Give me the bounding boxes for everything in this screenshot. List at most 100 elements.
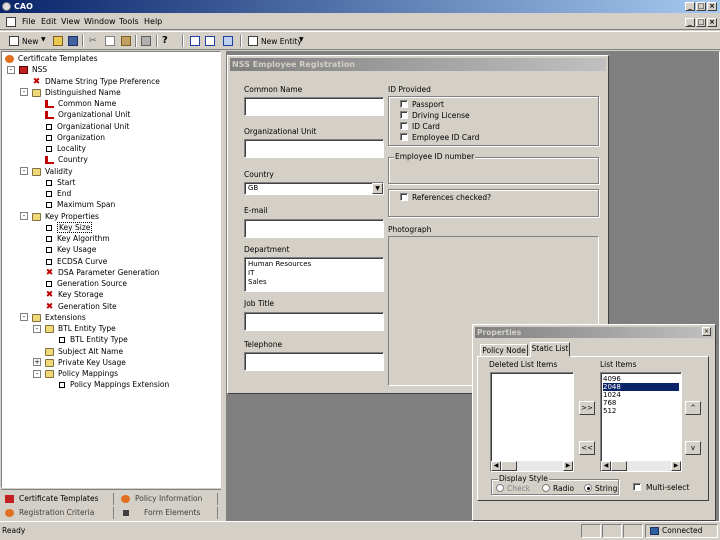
scroll-right-icon[interactable]: ▶: [563, 461, 573, 471]
menu-help[interactable]: Help: [144, 17, 162, 26]
maximize-button[interactable]: □: [696, 2, 706, 11]
menu-window[interactable]: Window: [84, 17, 116, 26]
email-input[interactable]: [244, 219, 384, 238]
tree-item[interactable]: Common Name: [45, 98, 116, 109]
tree-root[interactable]: Certificate Templates: [5, 53, 97, 64]
tree-item[interactable]: Policy Mappings Extension: [58, 379, 169, 390]
new-dropdown-icon[interactable]: ▼: [41, 36, 46, 43]
minimize-button[interactable]: _: [685, 2, 695, 11]
tree-item[interactable]: Organizational Unit: [45, 121, 129, 132]
scroll-thumb[interactable]: [611, 461, 627, 471]
tree-item[interactable]: Policy Mappings: [45, 368, 118, 379]
style-radio-radio[interactable]: [542, 484, 550, 492]
country-select[interactable]: GB ▼: [244, 182, 384, 195]
copy-icon[interactable]: [105, 36, 115, 46]
scroll-right-icon[interactable]: ▶: [671, 461, 681, 471]
collapse-icon[interactable]: -: [7, 65, 15, 74]
list-item-selected[interactable]: 2048: [603, 383, 679, 391]
move-down-button[interactable]: v: [685, 441, 701, 455]
telephone-input[interactable]: [244, 352, 384, 371]
new-button-label[interactable]: New: [22, 37, 38, 46]
collapse-icon[interactable]: -: [33, 324, 41, 333]
menu-view[interactable]: View: [61, 17, 80, 26]
paste-icon[interactable]: [121, 36, 131, 46]
tree-item[interactable]: Locality: [45, 143, 86, 154]
new-entity-label[interactable]: New Entity: [261, 37, 302, 46]
open-folder-icon[interactable]: [53, 36, 63, 46]
department-option[interactable]: IT: [248, 269, 380, 278]
tree-item[interactable]: Extensions: [32, 312, 86, 323]
scroll-left-icon[interactable]: ◀: [601, 461, 611, 471]
move-right-button[interactable]: >>: [579, 401, 595, 415]
list-view-icon[interactable]: [205, 36, 215, 46]
document-icon[interactable]: [6, 17, 16, 27]
new-entity-dropdown-icon[interactable]: ▼: [299, 36, 304, 43]
move-left-button[interactable]: <<: [579, 441, 595, 455]
tree-item[interactable]: Maximum Span: [45, 199, 115, 210]
expand-icon[interactable]: +: [33, 358, 41, 367]
style-check-radio[interactable]: [496, 484, 504, 492]
tree-item[interactable]: ✖ DSA Parameter Generation: [45, 267, 160, 278]
menu-tools[interactable]: Tools: [119, 17, 139, 26]
list-items-scrollbar[interactable]: ◀ ▶: [601, 461, 681, 471]
tree-item[interactable]: Key Properties: [32, 211, 99, 222]
references-checkbox[interactable]: [400, 193, 408, 201]
tree-item[interactable]: ✖ DName String Type Preference: [32, 76, 160, 87]
close-button[interactable]: ×: [707, 2, 717, 11]
employee-id-card-checkbox[interactable]: [400, 133, 408, 141]
multi-select-checkbox[interactable]: [633, 483, 641, 491]
department-option[interactable]: Human Resources: [248, 260, 380, 269]
scroll-thumb[interactable]: [501, 461, 517, 471]
tree-item[interactable]: Subject Alt Name: [45, 346, 123, 357]
tree-item[interactable]: ✖ Key Storage: [45, 289, 104, 300]
passport-checkbox[interactable]: [400, 100, 408, 108]
collapse-icon[interactable]: -: [20, 313, 28, 322]
tree-item[interactable]: Private Key Usage: [45, 357, 126, 368]
deleted-items-list[interactable]: ◀ ▶: [490, 372, 574, 472]
collapse-icon[interactable]: -: [20, 167, 28, 175]
tree-item[interactable]: Validity: [32, 166, 73, 177]
tree-item[interactable]: BTL Entity Type: [58, 334, 128, 345]
common-name-input[interactable]: [244, 97, 384, 116]
cut-icon[interactable]: ✂: [89, 36, 99, 46]
employee-id-group[interactable]: Employee ID number: [388, 152, 599, 184]
scroll-left-icon[interactable]: ◀: [491, 461, 501, 471]
tab-form-elements[interactable]: Form Elements: [123, 506, 200, 519]
new-entity-icon[interactable]: [248, 36, 258, 46]
tree-item[interactable]: Generation Source: [45, 278, 127, 289]
org-unit-input[interactable]: [244, 139, 384, 158]
list-item[interactable]: 4096: [603, 375, 679, 383]
id-card-checkbox[interactable]: [400, 122, 408, 130]
mdi-minimize-button[interactable]: _: [685, 18, 695, 27]
save-icon[interactable]: [68, 36, 78, 46]
properties-close-icon[interactable]: ×: [702, 327, 711, 336]
tree-item[interactable]: Key Algorithm: [45, 233, 110, 244]
tree-item[interactable]: Key Usage: [45, 244, 96, 255]
new-document-icon[interactable]: [9, 36, 19, 46]
deleted-list-scrollbar[interactable]: ◀ ▶: [491, 461, 573, 471]
tree-item[interactable]: NSS: [19, 64, 47, 75]
menu-edit[interactable]: Edit: [41, 17, 57, 26]
country-dropdown-icon[interactable]: ▼: [372, 183, 383, 194]
tree-item[interactable]: ✖ Generation Site: [45, 301, 117, 312]
list-item[interactable]: 768: [603, 399, 679, 407]
tree-item[interactable]: Start: [45, 177, 75, 188]
collapse-icon[interactable]: -: [20, 88, 28, 97]
department-option[interactable]: Sales: [248, 278, 380, 287]
tab-registration-criteria[interactable]: Registration Criteria: [5, 506, 94, 519]
tree-item[interactable]: Organization: [45, 132, 105, 143]
collapse-icon[interactable]: -: [20, 212, 28, 220]
driving-license-checkbox[interactable]: [400, 111, 408, 119]
tree-item[interactable]: Organizational Unit: [45, 109, 130, 120]
list-item[interactable]: 1024: [603, 391, 679, 399]
list-item[interactable]: 512: [603, 407, 679, 415]
tree-view-icon[interactable]: [190, 36, 200, 46]
tree-item[interactable]: Country: [45, 154, 88, 165]
help-icon[interactable]: ?: [162, 36, 172, 46]
tree-item[interactable]: Distinguished Name: [32, 87, 121, 98]
form-view-icon[interactable]: [223, 36, 233, 46]
tree-item[interactable]: End: [45, 188, 71, 199]
mdi-close-button[interactable]: ×: [707, 18, 717, 27]
department-list[interactable]: Human Resources IT Sales: [244, 257, 384, 292]
tab-certificate-templates[interactable]: Certificate Templates: [5, 492, 98, 505]
